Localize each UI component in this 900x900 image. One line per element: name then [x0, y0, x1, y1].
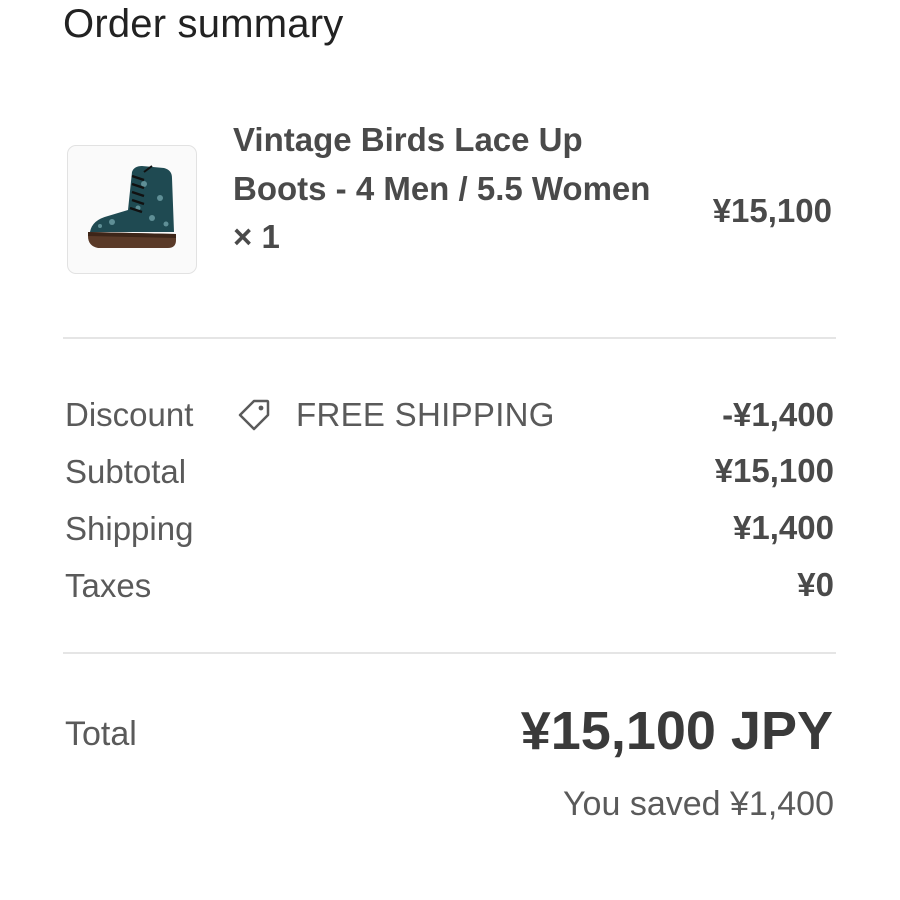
discount-code: FREE SHIPPING	[296, 396, 555, 433]
subtotal-label: Subtotal	[65, 453, 187, 490]
discount-code-tag: FREE SHIPPING	[236, 396, 555, 434]
product-thumbnail	[67, 145, 197, 274]
order-summary-title: Order summary	[63, 2, 344, 46]
shipping-label: Shipping	[65, 510, 194, 547]
boot-product-image	[88, 165, 176, 248]
divider	[63, 337, 836, 339]
discount-value: -¥1,400	[722, 396, 834, 433]
total-label: Total	[65, 715, 137, 753]
discount-label: Discount	[65, 396, 194, 433]
product-price: ¥15,100	[712, 192, 832, 229]
product-name: Vintage Birds Lace Up Boots - 4 Men / 5.…	[233, 121, 651, 255]
savings-note: You saved ¥1,400	[563, 785, 834, 823]
taxes-label: Taxes	[65, 567, 152, 604]
total-value: ¥15,100 JPY	[520, 701, 833, 761]
shipping-value: ¥1,400	[733, 509, 834, 546]
subtotal-value: ¥15,100	[714, 452, 834, 489]
taxes-value: ¥0	[797, 566, 834, 603]
divider	[63, 652, 836, 654]
tag-icon	[238, 399, 270, 431]
